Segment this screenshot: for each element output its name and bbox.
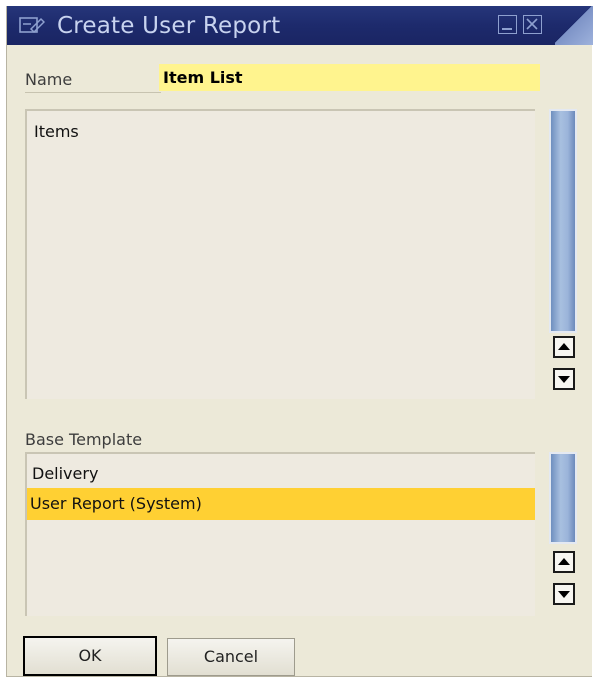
base-template-label: Base Template xyxy=(25,430,143,449)
items-list[interactable]: Items xyxy=(25,109,535,399)
close-button[interactable] xyxy=(523,15,542,34)
minimize-icon xyxy=(502,28,512,30)
name-label: Name xyxy=(25,70,73,89)
close-icon xyxy=(526,18,538,30)
template-scroll-up-button[interactable] xyxy=(553,551,575,573)
arrow-down-icon xyxy=(558,591,570,598)
template-scrollbar-thumb[interactable] xyxy=(549,452,577,544)
base-template-list[interactable]: Delivery User Report (System) xyxy=(25,452,535,616)
items-scroll-down-button[interactable] xyxy=(553,368,575,390)
list-item-selected[interactable]: User Report (System) xyxy=(27,488,535,520)
cancel-button[interactable]: Cancel xyxy=(167,638,295,676)
template-scroll-down-button[interactable] xyxy=(553,583,575,605)
template-scrollbar[interactable] xyxy=(545,449,580,614)
ok-button[interactable]: OK xyxy=(23,636,157,676)
items-scroll-up-button[interactable] xyxy=(553,336,575,358)
arrow-up-icon xyxy=(558,343,570,350)
arrow-down-icon xyxy=(558,376,570,383)
arrow-up-icon xyxy=(558,558,570,565)
list-item-label: Delivery xyxy=(32,464,99,483)
list-item-label: User Report (System) xyxy=(30,494,202,513)
list-item[interactable]: Items xyxy=(34,122,79,141)
title-bar-corner xyxy=(555,6,593,45)
window-title: Create User Report xyxy=(57,13,281,39)
items-scrollbar[interactable] xyxy=(545,106,580,396)
items-scrollbar-thumb[interactable] xyxy=(549,109,577,333)
minimize-button[interactable] xyxy=(498,15,517,34)
title-bar[interactable]: Create User Report xyxy=(7,6,593,45)
create-user-report-dialog: Create User Report Name Item List Items … xyxy=(6,6,593,677)
name-label-underline xyxy=(25,92,161,93)
document-edit-icon xyxy=(19,17,45,34)
name-input[interactable]: Item List xyxy=(159,64,540,91)
list-item[interactable]: Delivery xyxy=(27,458,537,490)
